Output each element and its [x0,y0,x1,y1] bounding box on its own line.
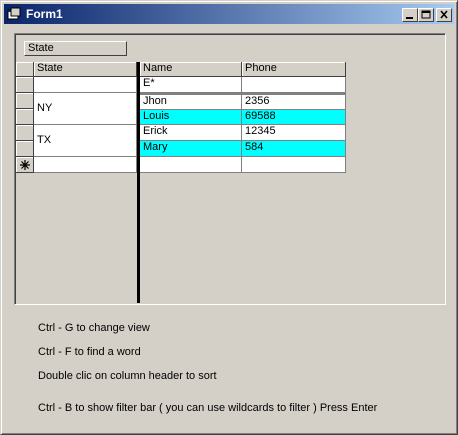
split-bar[interactable] [137,62,140,303]
filter-cell-name[interactable]: E* [140,77,242,93]
filter-cell-phone[interactable] [242,77,346,93]
new-row-icon [20,160,30,170]
new-row-selector[interactable] [16,157,34,173]
minimize-button[interactable] [402,8,418,22]
group-cell-tx[interactable]: TX [34,125,137,157]
group-by-state-button[interactable]: State [24,41,127,56]
new-row-cell-name[interactable] [140,157,242,173]
window-title: Form1 [26,7,63,21]
table-row-phone[interactable]: 69588 [242,110,346,125]
group-cell-ny[interactable]: NY [34,93,137,125]
minimize-icon [406,17,413,19]
row-selector[interactable] [16,93,34,109]
title-bar[interactable]: Form1 [4,4,454,24]
app-icon [7,7,21,20]
help-line: Ctrl - B to show filter bar ( you can us… [38,402,378,414]
table-row-name[interactable]: Jhon [140,95,242,110]
table-row-phone[interactable]: 584 [242,141,346,157]
close-icon [440,10,448,19]
column-header-state[interactable]: State [34,62,137,77]
help-line: Double clic on column header to sort [38,370,217,382]
row-selector[interactable] [16,141,34,157]
row-selector[interactable] [16,125,34,141]
new-row-cell-state[interactable] [34,157,137,173]
close-button[interactable] [436,8,452,22]
new-row-cell-phone[interactable] [242,157,346,173]
help-line: Ctrl - F to find a word [38,346,141,358]
column-header-name[interactable]: Name [140,62,242,77]
row-selector-filter[interactable] [16,77,34,93]
maximize-button[interactable] [418,8,434,22]
table-row-name[interactable]: Erick [140,125,242,141]
table-row-phone[interactable]: 12345 [242,125,346,141]
filter-cell-state[interactable] [34,77,137,93]
maximize-icon [421,10,431,19]
table-row-phone[interactable]: 2356 [242,95,346,110]
group-by-label: State [28,42,54,54]
table-row-name[interactable]: Louis [140,110,242,125]
table-row-name[interactable]: Mary [140,141,242,157]
row-selector[interactable] [16,109,34,125]
help-line: Ctrl - G to change view [38,322,150,334]
row-selector-header[interactable] [16,62,34,77]
column-header-phone[interactable]: Phone [242,62,346,77]
